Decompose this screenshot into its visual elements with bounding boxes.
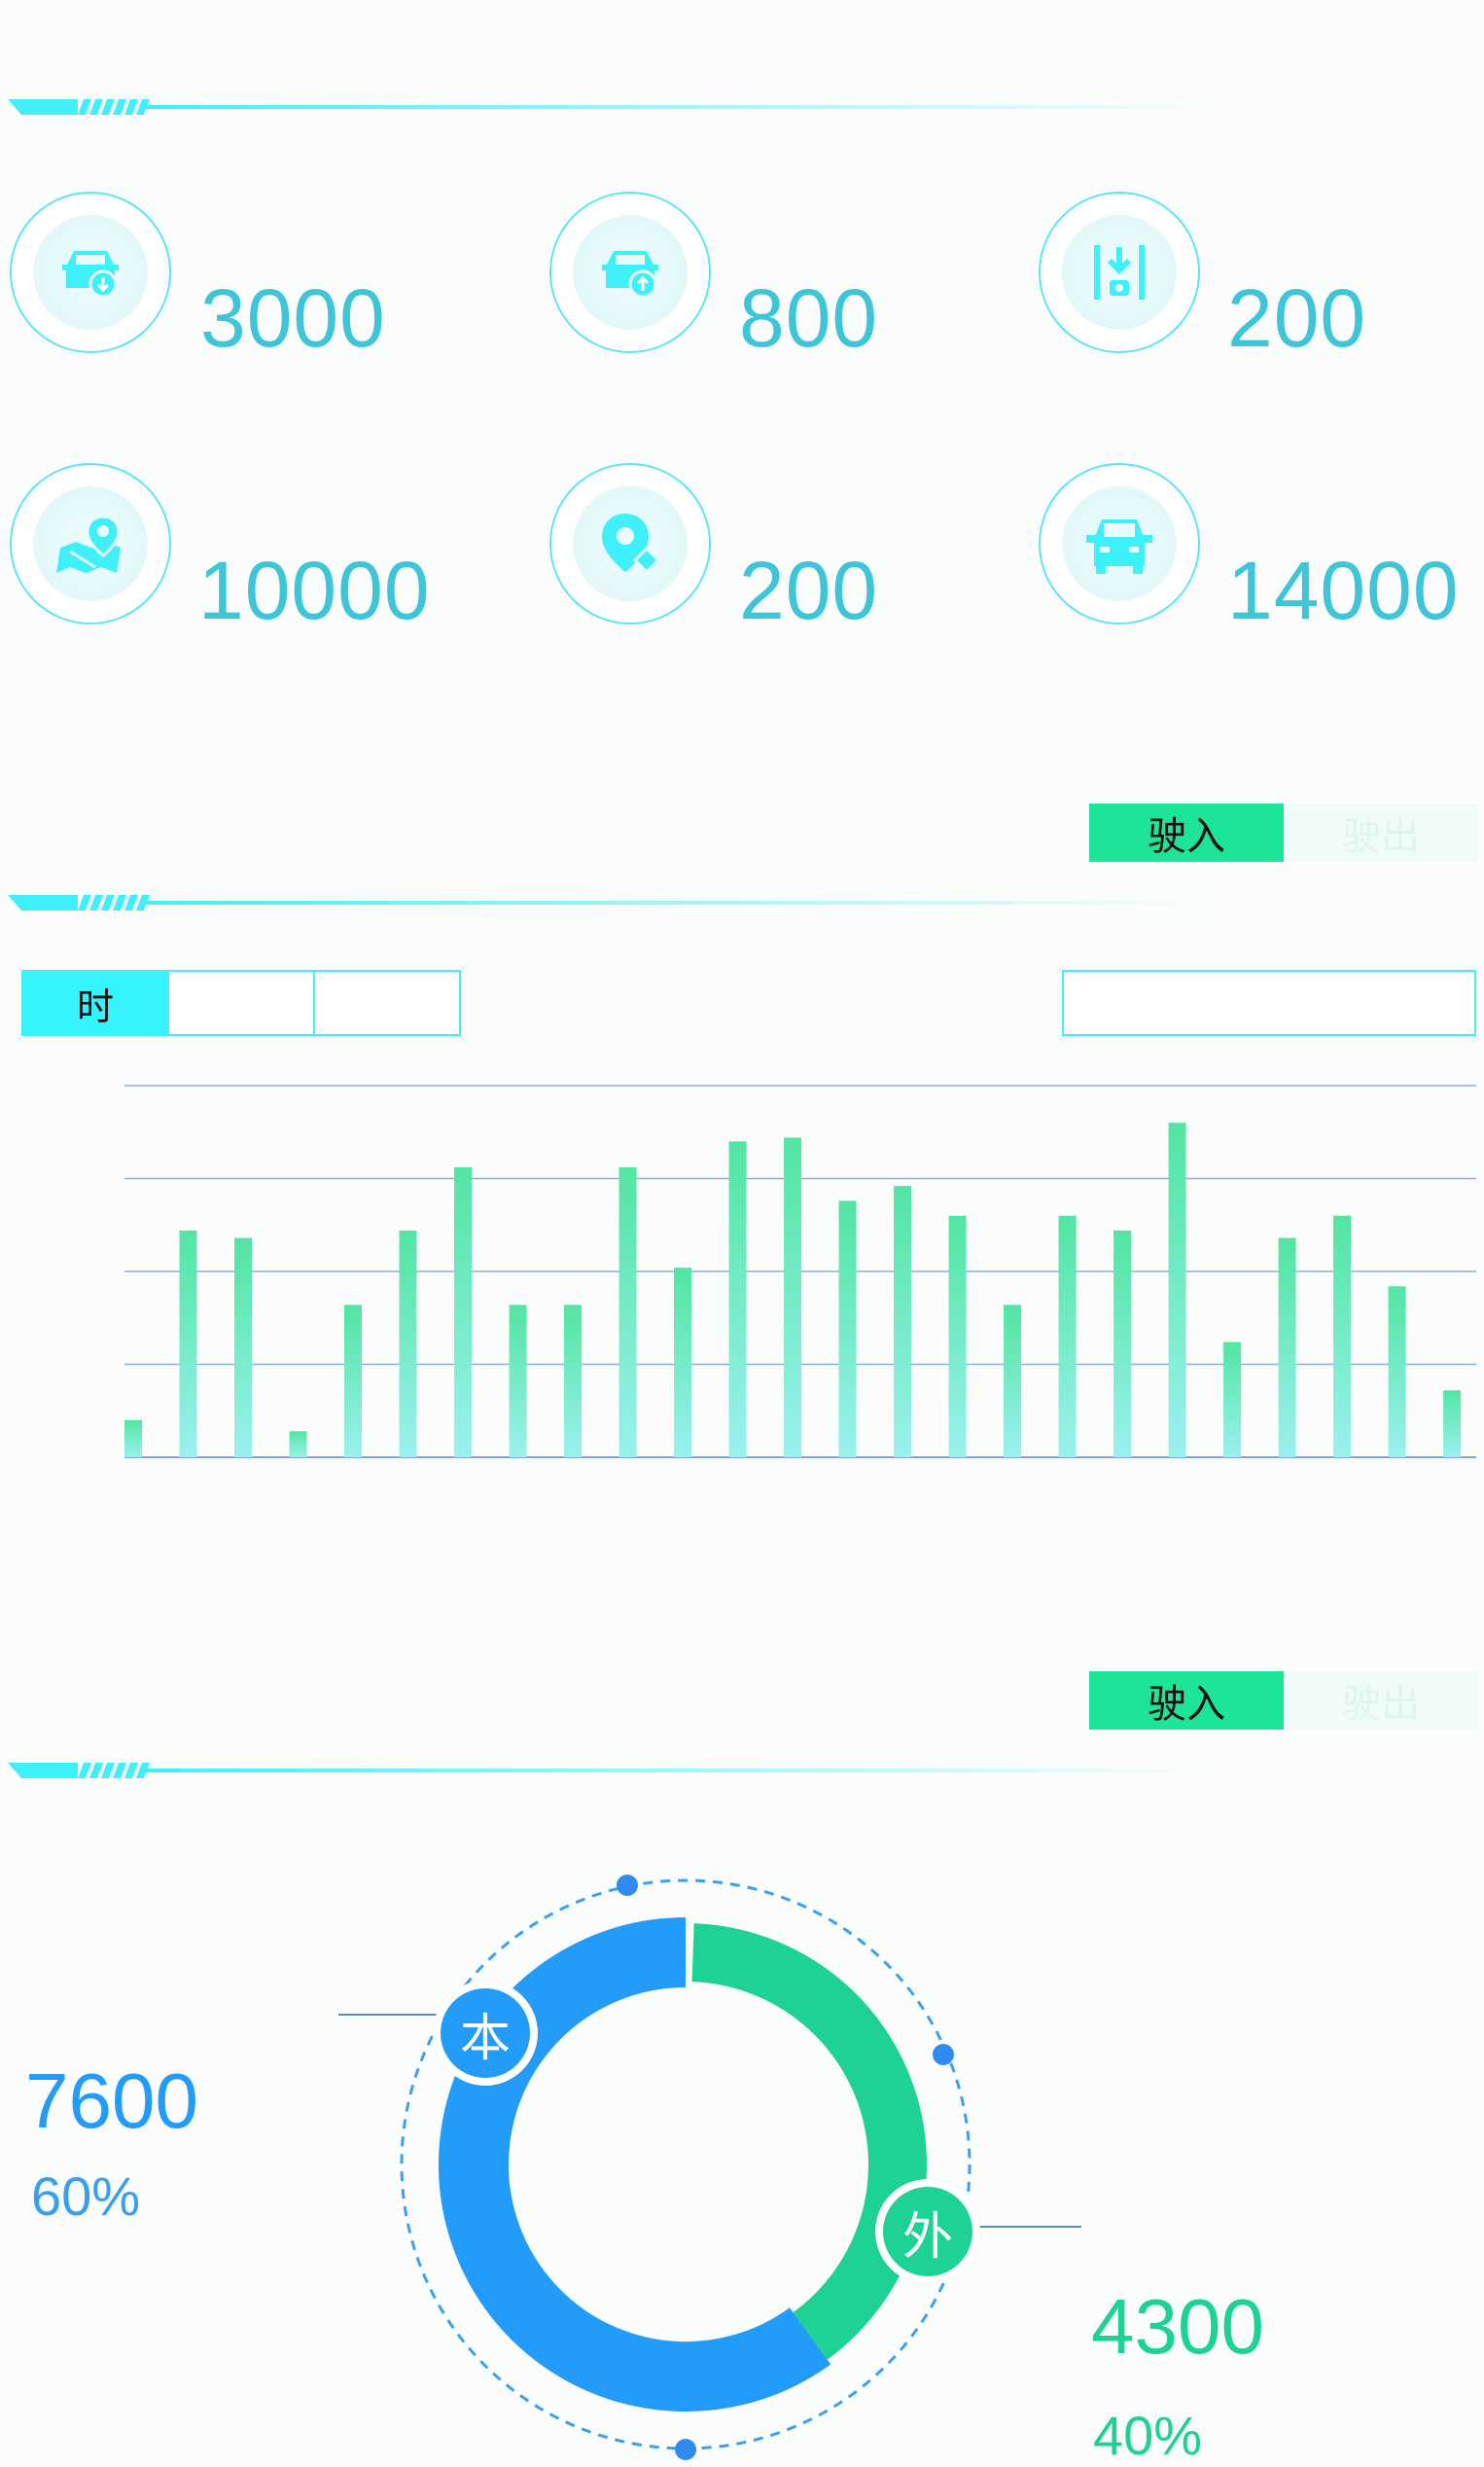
stat-icon-0: [10, 192, 171, 353]
drive-out-button-1[interactable]: 驶出: [1284, 804, 1478, 862]
bar-22: [1333, 1215, 1352, 1457]
bar-13: [838, 1200, 857, 1457]
orbit-dot-right: [933, 2044, 954, 2065]
bar-6: [454, 1167, 473, 1457]
stat-value-5: 14000: [1227, 545, 1460, 636]
section-header-bar-3: [8, 1763, 1214, 1778]
bar-2: [234, 1237, 253, 1457]
drive-in-button-2[interactable]: 驶入: [1089, 1671, 1284, 1730]
badge-outside: 外: [875, 2179, 980, 2284]
stat-icon-3: [10, 463, 171, 625]
bar-18: [1113, 1230, 1132, 1457]
orbit-dot-bottom: [675, 2439, 696, 2460]
car-front-icon: [1086, 519, 1152, 574]
car-out-icon: [602, 251, 658, 299]
stat-value-3: 10000: [198, 545, 431, 636]
drive-out-button-2[interactable]: 驶出: [1284, 1671, 1478, 1730]
bar-chart: [124, 1085, 1476, 1458]
bar-19: [1168, 1123, 1186, 1457]
local-value: 7600: [25, 2057, 198, 2144]
section-header-bar-1: [8, 99, 1214, 115]
bar-24: [1443, 1390, 1462, 1457]
map-location-icon: [56, 515, 121, 573]
bar-12: [784, 1137, 802, 1457]
bar-3: [289, 1431, 307, 1457]
car-in-icon: [62, 251, 119, 299]
bar-16: [1004, 1305, 1022, 1457]
section-header-bar-2: [8, 895, 1214, 911]
bar-21: [1278, 1237, 1296, 1457]
stat-value-0: 3000: [200, 272, 386, 364]
direction-toggle-1: 驶入 驶出: [1089, 804, 1478, 862]
bar-15: [948, 1215, 967, 1457]
bar-1: [179, 1230, 197, 1457]
bar-10: [674, 1268, 692, 1457]
orbit-dot-top: [617, 1875, 638, 1896]
bar-14: [894, 1186, 912, 1457]
bar-20: [1223, 1341, 1242, 1457]
tab-3[interactable]: [315, 972, 459, 1034]
outside-percent: 40%: [1093, 2405, 1203, 2466]
bar-17: [1058, 1215, 1077, 1457]
donut-chart: [400, 1875, 972, 2460]
stat-icon-1: [549, 192, 711, 353]
parking-entry-icon: [1094, 245, 1145, 300]
bar-9: [618, 1167, 637, 1457]
period-tabs: 时: [21, 970, 461, 1036]
badge-local: 本: [433, 1981, 538, 2086]
drive-in-button-1[interactable]: 驶入: [1089, 804, 1284, 862]
date-picker-input[interactable]: [1062, 970, 1476, 1036]
tab-2[interactable]: [169, 972, 315, 1034]
direction-toggle-2: 驶入 驶出: [1089, 1671, 1478, 1730]
stat-value-1: 800: [739, 272, 879, 364]
stat-icon-4: [549, 463, 711, 625]
stat-icon-5: [1039, 463, 1200, 625]
bar-4: [344, 1305, 363, 1457]
stat-value-4: 200: [739, 545, 879, 636]
bar-7: [509, 1305, 527, 1457]
stat-value-2: 200: [1227, 272, 1367, 364]
leader-line-local: [338, 2014, 445, 2016]
donut-slice-outside: [691, 1923, 927, 2360]
bar-0: [124, 1419, 142, 1457]
leader-line-outside: [972, 2226, 1081, 2228]
tab-hour[interactable]: 时: [23, 972, 169, 1034]
stat-icon-2: [1039, 192, 1200, 353]
bar-8: [564, 1305, 583, 1457]
bar-11: [728, 1141, 747, 1457]
bar-5: [399, 1230, 417, 1457]
location-pin-icon: [602, 514, 661, 575]
bar-23: [1388, 1286, 1406, 1457]
outside-value: 4300: [1091, 2283, 1264, 2370]
local-percent: 60%: [31, 2165, 141, 2227]
